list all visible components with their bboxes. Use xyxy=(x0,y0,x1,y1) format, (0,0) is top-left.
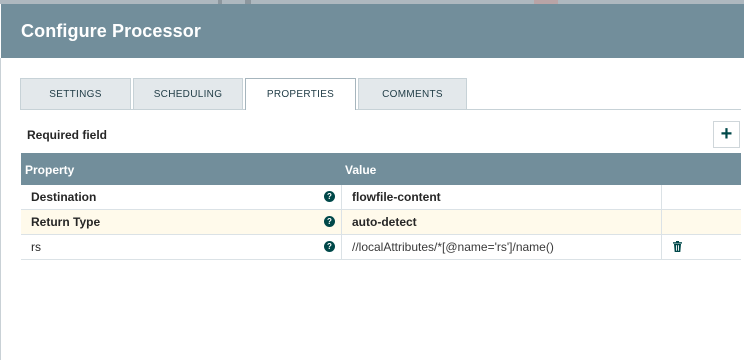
property-name: Destination xyxy=(31,190,97,204)
plus-icon: + xyxy=(720,123,733,145)
question-circle-icon[interactable]: ? xyxy=(324,191,335,202)
trash-icon[interactable] xyxy=(673,241,682,252)
required-field-label: Required field xyxy=(27,128,108,142)
dialog-border xyxy=(0,58,1,360)
property-cell: Return Type ? xyxy=(21,210,342,234)
question-circle-icon[interactable]: ? xyxy=(324,216,335,227)
table-header: Property Value xyxy=(21,153,741,185)
add-property-button[interactable]: + xyxy=(713,121,740,148)
table-row[interactable]: Destination ? flowfile-content xyxy=(21,185,741,210)
tab-settings[interactable]: SETTINGS xyxy=(20,78,131,109)
tab-properties[interactable]: PROPERTIES xyxy=(245,78,356,110)
value-cell[interactable]: flowfile-content xyxy=(342,185,662,209)
tab-underline xyxy=(20,109,741,110)
actions-cell xyxy=(662,185,741,209)
property-name: Return Type xyxy=(31,215,101,229)
table-row[interactable]: rs ? //localAttributes/*[@name='rs']/nam… xyxy=(21,235,741,260)
property-value: //localAttributes/*[@name='rs']/name() xyxy=(352,240,554,254)
property-value: flowfile-content xyxy=(352,190,441,204)
properties-table: Property Value Destination ? flowfile-co… xyxy=(21,153,741,260)
dialog-header: Configure Processor xyxy=(1,4,744,58)
tab-scheduling[interactable]: SCHEDULING xyxy=(133,78,243,109)
value-cell[interactable]: //localAttributes/*[@name='rs']/name() xyxy=(342,235,662,259)
tab-label: SCHEDULING xyxy=(153,88,223,100)
value-cell[interactable]: auto-detect xyxy=(342,210,662,234)
actions-cell xyxy=(662,235,741,259)
column-header-value[interactable]: Value xyxy=(345,163,376,177)
tab-label: COMMENTS xyxy=(382,88,443,100)
dialog-title: Configure Processor xyxy=(21,21,201,41)
tab-label: PROPERTIES xyxy=(266,89,335,100)
question-circle-icon[interactable]: ? xyxy=(324,241,335,252)
tab-comments[interactable]: COMMENTS xyxy=(358,78,467,109)
property-cell: rs ? xyxy=(21,235,342,259)
property-cell: Destination ? xyxy=(21,185,342,209)
property-name: rs xyxy=(31,240,41,254)
column-header-property[interactable]: Property xyxy=(25,163,74,177)
property-value: auto-detect xyxy=(352,215,417,229)
tab-bar: SETTINGS SCHEDULING PROPERTIES COMMENTS xyxy=(20,78,741,110)
actions-cell xyxy=(662,210,741,234)
tab-label: SETTINGS xyxy=(49,88,102,100)
table-row[interactable]: Return Type ? auto-detect xyxy=(21,210,741,235)
